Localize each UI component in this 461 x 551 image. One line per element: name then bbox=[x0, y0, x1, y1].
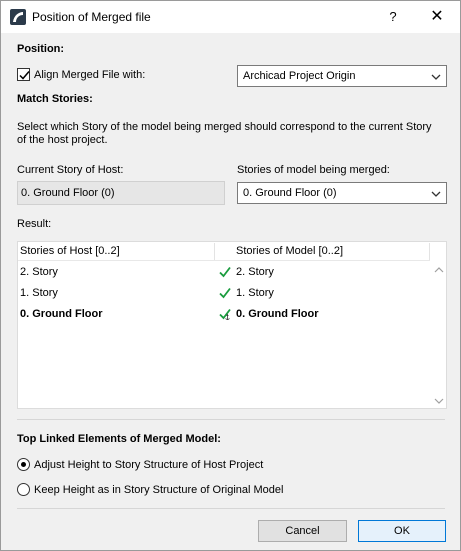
archicad-app-icon bbox=[10, 9, 26, 25]
chevron-down-icon bbox=[431, 191, 441, 197]
radio-selected-dot bbox=[21, 462, 26, 467]
result-list-header: Stories of Host [0..2] Stories of Model … bbox=[18, 242, 430, 261]
align-merged-file-label: Align Merged File with: bbox=[34, 69, 146, 81]
current-story-label: Current Story of Host: bbox=[17, 164, 124, 176]
section-divider bbox=[17, 419, 445, 420]
model-stories-value: 0. Ground Floor (0) bbox=[243, 187, 337, 199]
table-row[interactable]: 0. Ground Floor 0. Ground Floor bbox=[18, 304, 430, 325]
column-divider[interactable] bbox=[214, 243, 215, 260]
match-stories-heading: Match Stories: bbox=[17, 93, 93, 105]
position-heading: Position: bbox=[17, 43, 65, 55]
match-check-icon bbox=[219, 266, 231, 278]
cancel-button[interactable]: Cancel bbox=[258, 520, 347, 542]
keep-height-radio[interactable] bbox=[17, 483, 30, 496]
model-story-cell: 2. Story bbox=[236, 266, 274, 278]
keep-height-label[interactable]: Keep Height as in Story Structure of Ori… bbox=[34, 484, 283, 496]
adjust-height-label[interactable]: Adjust Height to Story Structure of Host… bbox=[34, 459, 263, 471]
ok-button[interactable]: OK bbox=[358, 520, 446, 542]
model-story-cell: 0. Ground Floor bbox=[236, 308, 319, 320]
match-stories-description: Select which Story of the model being me… bbox=[17, 121, 432, 146]
anchor-check-icon bbox=[219, 308, 231, 320]
close-icon[interactable]: ✕ bbox=[422, 5, 452, 29]
adjust-height-radio[interactable] bbox=[17, 458, 30, 471]
top-linked-heading: Top Linked Elements of Merged Model: bbox=[17, 433, 221, 445]
column-header-model[interactable]: Stories of Model [0..2] bbox=[236, 245, 343, 257]
model-stories-label: Stories of model being merged: bbox=[237, 164, 390, 176]
help-button[interactable]: ? bbox=[378, 5, 408, 29]
scroll-up-icon[interactable] bbox=[432, 264, 446, 276]
align-merged-file-checkbox[interactable] bbox=[17, 68, 30, 81]
footer-divider bbox=[17, 508, 445, 509]
result-label: Result: bbox=[17, 218, 52, 230]
model-stories-select[interactable]: 0. Ground Floor (0) bbox=[237, 182, 447, 204]
model-story-cell: 1. Story bbox=[236, 287, 274, 299]
host-story-cell: 2. Story bbox=[20, 266, 58, 278]
current-story-field: 0. Ground Floor (0) bbox=[17, 181, 225, 205]
host-story-cell: 1. Story bbox=[20, 287, 58, 299]
chevron-down-icon bbox=[431, 74, 441, 80]
match-check-icon bbox=[219, 287, 231, 299]
scroll-down-icon[interactable] bbox=[432, 395, 446, 407]
table-row[interactable]: 2. Story 2. Story bbox=[18, 262, 430, 283]
current-story-value: 0. Ground Floor (0) bbox=[21, 187, 115, 199]
position-of-merged-file-dialog: Position of Merged file ? ✕ Position: Al… bbox=[0, 0, 461, 551]
checkmark-icon bbox=[19, 71, 30, 80]
table-row[interactable]: 1. Story 1. Story bbox=[18, 283, 430, 304]
align-target-select[interactable]: Archicad Project Origin bbox=[237, 65, 447, 87]
align-target-value: Archicad Project Origin bbox=[243, 70, 356, 82]
window-title: Position of Merged file bbox=[32, 10, 151, 24]
column-divider[interactable] bbox=[429, 243, 430, 260]
result-list[interactable]: Stories of Host [0..2] Stories of Model … bbox=[17, 241, 447, 409]
column-header-host[interactable]: Stories of Host [0..2] bbox=[20, 245, 120, 257]
title-bar: Position of Merged file ? ✕ bbox=[1, 1, 460, 33]
host-story-cell: 0. Ground Floor bbox=[20, 308, 103, 320]
